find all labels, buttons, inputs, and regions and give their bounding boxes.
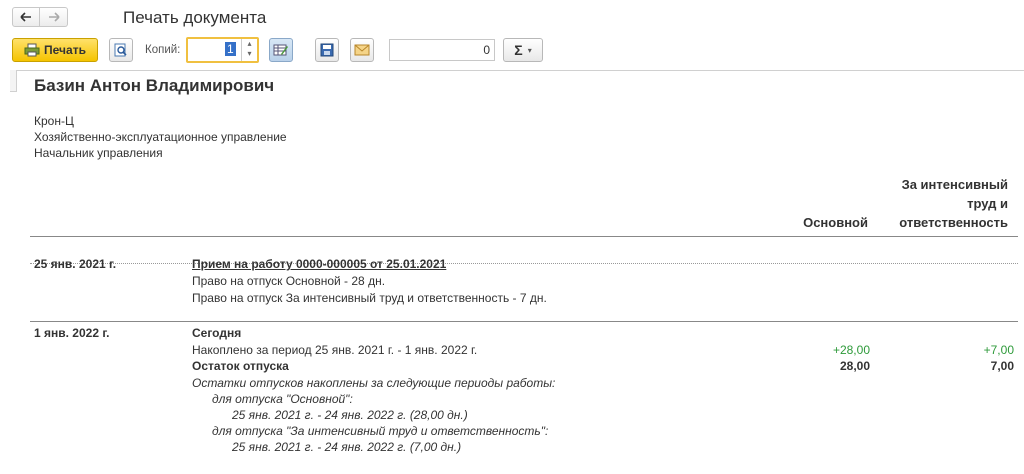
title-bar: Печать документа (0, 0, 1024, 34)
entry2-note4: для отпуска "За интенсивный труд и ответ… (212, 424, 549, 438)
column-intensive-line3: ответственность (899, 215, 1008, 230)
save-button[interactable] (315, 38, 339, 62)
accrued-main-value: +28,00 (832, 343, 870, 357)
entry1-date: 25 янв. 2021 г. (34, 257, 117, 271)
column-intensive-header: За интенсивный труд и ответственность (868, 175, 1008, 232)
print-label: Печать (44, 43, 86, 57)
send-email-button[interactable] (350, 38, 374, 62)
printer-icon (24, 43, 40, 57)
entry2-note1: Остатки отпусков накоплены за следующие … (192, 376, 556, 390)
column-intensive-line1: За интенсивный (901, 177, 1008, 192)
back-button[interactable] (12, 7, 40, 27)
entry2-note2: для отпуска "Основной": (212, 392, 353, 406)
sigma-icon: Σ (514, 42, 523, 58)
balance-intensive-value: 7,00 (990, 359, 1014, 373)
arrow-left-icon (20, 12, 31, 22)
page-title: Печать документа (123, 8, 267, 27)
document-area: Базин Антон Владимирович Крон-Ц Хозяйств… (0, 70, 1024, 474)
edit-table-icon (273, 44, 288, 56)
position: Начальник управления (34, 146, 163, 160)
magnifier-icon (114, 43, 127, 57)
header-divider (30, 236, 1018, 237)
sum-button[interactable]: Σ ▾ (503, 38, 543, 62)
print-button[interactable]: Печать (12, 38, 98, 62)
toolbar: Печать Копий: 1 ▴ ▾ 0 Σ ▾ (0, 36, 1024, 66)
entry-divider (30, 263, 1018, 264)
entry-divider (30, 321, 1018, 322)
envelope-icon (354, 44, 370, 56)
sum-field: 0 (389, 39, 495, 61)
entry2-note3: 25 янв. 2021 г. - 24 янв. 2022 г. (28,00… (232, 408, 468, 422)
edit-button[interactable] (269, 38, 293, 62)
entry1-title-link[interactable]: Прием на работу 0000-000005 от 25.01.202… (192, 257, 446, 271)
copies-input[interactable]: 1 ▴ ▾ (186, 37, 259, 63)
entry2-balance-label: Остаток отпуска (192, 359, 289, 373)
copies-value: 1 (225, 42, 236, 56)
entry2-accrued-label: Накоплено за период 25 янв. 2021 г. - 1 … (192, 343, 478, 357)
entry2-title: Сегодня (192, 326, 242, 340)
column-intensive-line2: труд и (967, 196, 1008, 211)
entry1-line1: Право на отпуск Основной - 28 дн. (192, 274, 386, 288)
chevron-down-icon: ▾ (527, 45, 532, 55)
entry2-note5: 25 янв. 2021 г. - 24 янв. 2022 г. (7,00 … (232, 440, 462, 454)
arrow-right-icon (48, 12, 60, 22)
employee-name: Базин Антон Владимирович (34, 76, 275, 95)
floppy-icon (320, 43, 334, 57)
forward-button[interactable] (40, 7, 68, 27)
spin-down-icon[interactable]: ▾ (242, 49, 257, 59)
copies-label: Копий: (145, 44, 181, 56)
organization: Крон-Ц (34, 114, 74, 128)
spin-up-icon[interactable]: ▴ (242, 39, 257, 49)
copies-spinner[interactable]: ▴ ▾ (241, 39, 257, 61)
preview-button[interactable] (109, 38, 133, 62)
department: Хозяйственно-эксплуатационное управление (34, 130, 287, 144)
balance-main-value: 28,00 (839, 359, 870, 373)
entry2-date: 1 янв. 2022 г. (34, 326, 110, 340)
accrued-intensive-value: +7,00 (983, 343, 1014, 357)
column-main-header: Основной (803, 215, 868, 230)
entry1-line2: Право на отпуск За интенсивный труд и от… (192, 291, 547, 305)
